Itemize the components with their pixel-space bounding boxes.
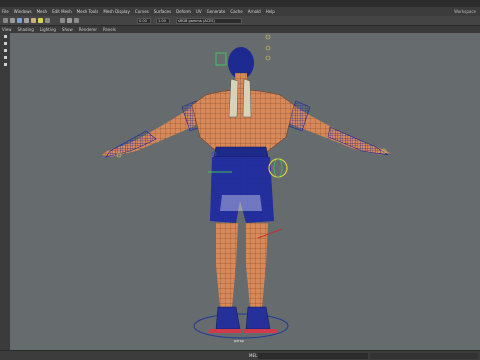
xray-icon[interactable] [67, 18, 72, 23]
scale-tool-icon[interactable] [4, 63, 7, 66]
menu-mesh[interactable]: Mesh [37, 7, 48, 16]
camera-name-label: persp [234, 339, 244, 343]
menu-curves[interactable]: Curves [135, 7, 149, 16]
panel-menu-show[interactable]: Show [62, 27, 73, 32]
move-tool-icon[interactable] [4, 49, 7, 52]
workspace-label[interactable]: Workspace [454, 7, 476, 16]
shadow-icon[interactable] [45, 18, 50, 23]
panel-menu-panels[interactable]: Panels [103, 27, 116, 32]
menu-uv[interactable]: UV [196, 7, 202, 16]
menu-edit-mesh[interactable]: Edit Mesh [52, 7, 72, 16]
select-tool-icon[interactable] [4, 35, 7, 38]
menu-mesh-tools[interactable]: Mesh Tools [77, 7, 99, 16]
color-space-select[interactable]: sRGB gamma (ACES) [176, 18, 242, 24]
main-menu-bar: File Windows Mesh Edit Mesh Mesh Tools M… [0, 7, 480, 16]
panel-menu-lighting[interactable]: Lighting [40, 27, 56, 32]
character-wireframe-model[interactable] [10, 33, 480, 350]
menu-surfaces[interactable]: Surfaces [154, 7, 171, 16]
panel-menu-bar: View Shading Lighting Show Renderer Pane… [0, 26, 480, 33]
wireframe-icon[interactable] [17, 18, 22, 23]
mel-label[interactable]: MEL [249, 353, 257, 358]
grid-icon[interactable] [3, 18, 8, 23]
panel-menu-view[interactable]: View [2, 27, 12, 32]
menu-help[interactable]: Help [266, 7, 275, 16]
menu-windows[interactable]: Windows [14, 7, 32, 16]
camera-icon[interactable] [10, 18, 15, 23]
menu-file[interactable]: File [2, 7, 9, 16]
menu-generate[interactable]: Generate [207, 7, 226, 16]
command-feedback [370, 353, 478, 359]
panel-menu-shading[interactable]: Shading [18, 27, 34, 32]
title-bar [0, 0, 480, 7]
texture-icon[interactable] [31, 18, 36, 23]
isolate-icon[interactable] [60, 18, 65, 23]
ground-circle-control [193, 313, 289, 339]
gamma-field[interactable]: 1.00 [156, 18, 170, 24]
lasso-tool-icon[interactable] [4, 42, 7, 45]
tool-box [0, 33, 10, 350]
menu-deform[interactable]: Deform [176, 7, 191, 16]
rotate-gizmo [268, 158, 288, 178]
panel-menu-renderer[interactable]: Renderer [79, 27, 97, 32]
exposure-field[interactable]: 0.00 [137, 18, 151, 24]
resolution-gate-icon[interactable] [74, 18, 79, 23]
command-input[interactable] [258, 353, 368, 359]
command-line-bar: MEL [0, 350, 480, 360]
rotate-tool-icon[interactable] [4, 56, 7, 59]
shaded-icon[interactable] [24, 18, 29, 23]
viewport-toolbar: 0.00 1.00 sRGB gamma (ACES) [0, 16, 480, 26]
perspective-viewport[interactable]: persp [10, 33, 480, 350]
menu-mesh-display[interactable]: Mesh Display [103, 7, 130, 16]
light-icon[interactable] [38, 18, 43, 23]
menu-cache[interactable]: Cache [230, 7, 242, 16]
menu-arnold[interactable]: Arnold [248, 7, 261, 16]
